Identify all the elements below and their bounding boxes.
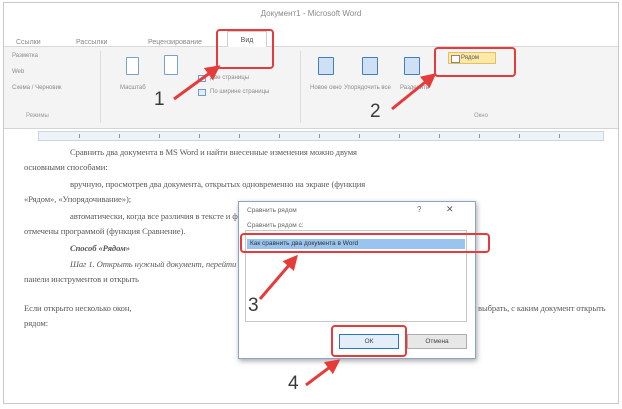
screenshot-frame: Документ1 - Microsoft Word Ссылки Рассыл…	[3, 2, 619, 404]
arrow-1	[173, 65, 221, 101]
step-number-1: 1	[154, 89, 165, 110]
arrow-4	[305, 359, 341, 387]
arrow-2	[391, 73, 437, 111]
step-number-2: 2	[370, 101, 381, 122]
step-number-4: 4	[288, 373, 299, 394]
step-number-3: 3	[248, 295, 259, 316]
annotation-arrows	[173, 65, 437, 387]
arrow-3	[258, 254, 298, 300]
